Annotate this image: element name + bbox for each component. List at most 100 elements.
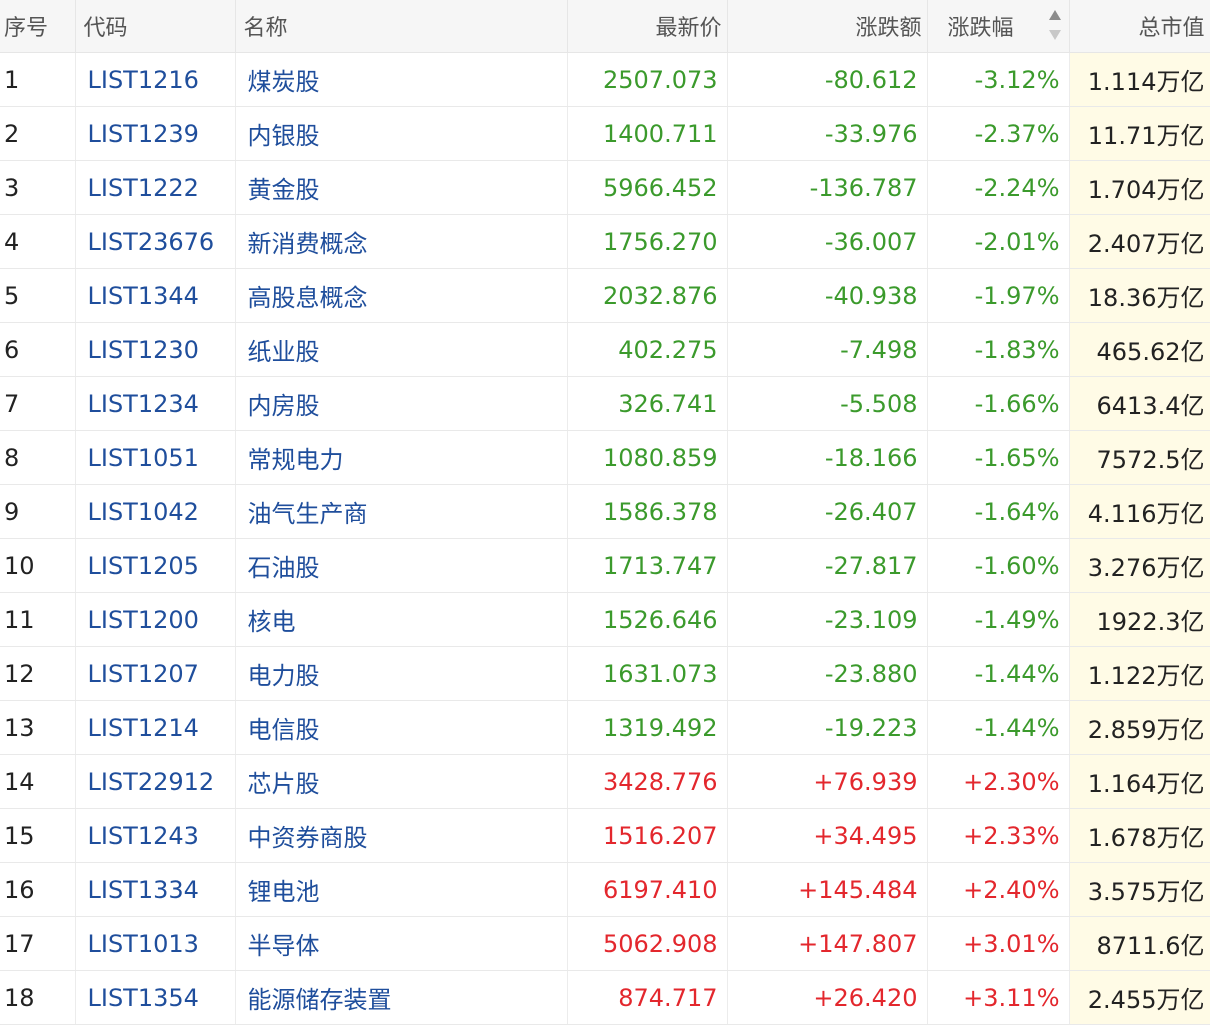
row-latest-price: 1400.711 bbox=[567, 106, 728, 161]
row-name-link[interactable]: 中资券商股 bbox=[235, 808, 568, 863]
row-code-link[interactable]: LIST1334 bbox=[75, 862, 236, 917]
row-name-link[interactable]: 锂电池 bbox=[235, 862, 568, 917]
row-change-amount: -80.612 bbox=[727, 52, 928, 107]
row-code-link[interactable]: LIST1205 bbox=[75, 538, 236, 593]
table-row[interactable]: 8 LIST1051 常规电力 1080.859 -18.166 -1.65% … bbox=[0, 430, 1210, 485]
row-name-link[interactable]: 内房股 bbox=[235, 376, 568, 431]
row-change-percent: +2.30% bbox=[927, 754, 1070, 809]
row-change-percent: -2.01% bbox=[927, 214, 1070, 269]
table-row[interactable]: 11 LIST1200 核电 1526.646 -23.109 -1.49% 1… bbox=[0, 592, 1210, 647]
row-name-link[interactable]: 油气生产商 bbox=[235, 484, 568, 539]
table-row[interactable]: 13 LIST1214 电信股 1319.492 -19.223 -1.44% … bbox=[0, 700, 1210, 755]
column-header-price[interactable]: 最新价 bbox=[567, 0, 728, 53]
column-header-name[interactable]: 名称 bbox=[235, 0, 568, 53]
row-index: 9 bbox=[0, 484, 76, 539]
table-row[interactable]: 2 LIST1239 内银股 1400.711 -33.976 -2.37% 1… bbox=[0, 106, 1210, 161]
table-row[interactable]: 16 LIST1334 锂电池 6197.410 +145.484 +2.40%… bbox=[0, 862, 1210, 917]
column-header-index[interactable]: 序号 bbox=[0, 0, 76, 53]
table-row[interactable]: 12 LIST1207 电力股 1631.073 -23.880 -1.44% … bbox=[0, 646, 1210, 701]
row-change-amount: -27.817 bbox=[727, 538, 928, 593]
row-market-cap: 1.122万亿 bbox=[1069, 646, 1210, 701]
row-change-amount: -40.938 bbox=[727, 268, 928, 323]
table-row[interactable]: 18 LIST1354 能源储存装置 874.717 +26.420 +3.11… bbox=[0, 970, 1210, 1025]
row-name-link[interactable]: 电信股 bbox=[235, 700, 568, 755]
row-code-link[interactable]: LIST1234 bbox=[75, 376, 236, 431]
row-change-amount: -26.407 bbox=[727, 484, 928, 539]
row-code-link[interactable]: LIST1042 bbox=[75, 484, 236, 539]
sort-toggle-icon[interactable] bbox=[1048, 10, 1061, 42]
table-row[interactable]: 9 LIST1042 油气生产商 1586.378 -26.407 -1.64%… bbox=[0, 484, 1210, 539]
row-code-link[interactable]: LIST1344 bbox=[75, 268, 236, 323]
row-change-percent: -2.37% bbox=[927, 106, 1070, 161]
row-name-link[interactable]: 能源储存装置 bbox=[235, 970, 568, 1025]
row-market-cap: 1.678万亿 bbox=[1069, 808, 1210, 863]
table-row[interactable]: 1 LIST1216 煤炭股 2507.073 -80.612 -3.12% 1… bbox=[0, 52, 1210, 107]
table-row[interactable]: 17 LIST1013 半导体 5062.908 +147.807 +3.01%… bbox=[0, 916, 1210, 971]
row-name-link[interactable]: 黄金股 bbox=[235, 160, 568, 215]
row-code-link[interactable]: LIST1239 bbox=[75, 106, 236, 161]
sector-quote-table: 序号 代码 名称 最新价 涨跌额 涨跌幅 总市值 1 LIST1216 煤炭股 … bbox=[0, 0, 1210, 1025]
row-market-cap: 3.276万亿 bbox=[1069, 538, 1210, 593]
row-code-link[interactable]: LIST1200 bbox=[75, 592, 236, 647]
row-name-link[interactable]: 核电 bbox=[235, 592, 568, 647]
column-header-change[interactable]: 涨跌额 bbox=[727, 0, 928, 53]
table-row[interactable]: 7 LIST1234 内房股 326.741 -5.508 -1.66% 641… bbox=[0, 376, 1210, 431]
row-market-cap: 1.114万亿 bbox=[1069, 52, 1210, 107]
row-code-link[interactable]: LIST23676 bbox=[75, 214, 236, 269]
row-latest-price: 5966.452 bbox=[567, 160, 728, 215]
row-name-link[interactable]: 石油股 bbox=[235, 538, 568, 593]
row-change-amount: -7.498 bbox=[727, 322, 928, 377]
table-row[interactable]: 5 LIST1344 高股息概念 2032.876 -40.938 -1.97%… bbox=[0, 268, 1210, 323]
row-latest-price: 1631.073 bbox=[567, 646, 728, 701]
row-change-amount: -5.508 bbox=[727, 376, 928, 431]
row-name-link[interactable]: 高股息概念 bbox=[235, 268, 568, 323]
row-code-link[interactable]: LIST1230 bbox=[75, 322, 236, 377]
sort-ascending-icon bbox=[1048, 10, 1061, 20]
column-header-code[interactable]: 代码 bbox=[75, 0, 236, 53]
row-code-link[interactable]: LIST1354 bbox=[75, 970, 236, 1025]
row-latest-price: 402.275 bbox=[567, 322, 728, 377]
row-latest-price: 5062.908 bbox=[567, 916, 728, 971]
row-index: 17 bbox=[0, 916, 76, 971]
table-row[interactable]: 6 LIST1230 纸业股 402.275 -7.498 -1.83% 465… bbox=[0, 322, 1210, 377]
column-header-pct-label: 涨跌幅 bbox=[947, 16, 1014, 41]
row-name-link[interactable]: 电力股 bbox=[235, 646, 568, 701]
row-index: 13 bbox=[0, 700, 76, 755]
row-code-link[interactable]: LIST1222 bbox=[75, 160, 236, 215]
row-name-link[interactable]: 内银股 bbox=[235, 106, 568, 161]
table-row[interactable]: 4 LIST23676 新消费概念 1756.270 -36.007 -2.01… bbox=[0, 214, 1210, 269]
table-row[interactable]: 10 LIST1205 石油股 1713.747 -27.817 -1.60% … bbox=[0, 538, 1210, 593]
row-index: 2 bbox=[0, 106, 76, 161]
row-latest-price: 3428.776 bbox=[567, 754, 728, 809]
table-row[interactable]: 15 LIST1243 中资券商股 1516.207 +34.495 +2.33… bbox=[0, 808, 1210, 863]
row-name-link[interactable]: 纸业股 bbox=[235, 322, 568, 377]
row-latest-price: 1713.747 bbox=[567, 538, 728, 593]
row-index: 12 bbox=[0, 646, 76, 701]
row-code-link[interactable]: LIST22912 bbox=[75, 754, 236, 809]
row-market-cap: 7572.5亿 bbox=[1069, 430, 1210, 485]
row-code-link[interactable]: LIST1243 bbox=[75, 808, 236, 863]
row-market-cap: 6413.4亿 bbox=[1069, 376, 1210, 431]
row-name-link[interactable]: 新消费概念 bbox=[235, 214, 568, 269]
row-change-amount: -36.007 bbox=[727, 214, 928, 269]
column-header-pct[interactable]: 涨跌幅 bbox=[927, 0, 1070, 53]
column-header-cap[interactable]: 总市值 bbox=[1069, 0, 1210, 53]
table-row[interactable]: 14 LIST22912 芯片股 3428.776 +76.939 +2.30%… bbox=[0, 754, 1210, 809]
row-market-cap: 1922.3亿 bbox=[1069, 592, 1210, 647]
row-index: 16 bbox=[0, 862, 76, 917]
row-name-link[interactable]: 常规电力 bbox=[235, 430, 568, 485]
table-row[interactable]: 3 LIST1222 黄金股 5966.452 -136.787 -2.24% … bbox=[0, 160, 1210, 215]
row-code-link[interactable]: LIST1051 bbox=[75, 430, 236, 485]
row-name-link[interactable]: 半导体 bbox=[235, 916, 568, 971]
row-name-link[interactable]: 芯片股 bbox=[235, 754, 568, 809]
row-code-link[interactable]: LIST1207 bbox=[75, 646, 236, 701]
row-code-link[interactable]: LIST1216 bbox=[75, 52, 236, 107]
row-code-link[interactable]: LIST1013 bbox=[75, 916, 236, 971]
row-name-link[interactable]: 煤炭股 bbox=[235, 52, 568, 107]
row-change-amount: -18.166 bbox=[727, 430, 928, 485]
row-change-amount: +76.939 bbox=[727, 754, 928, 809]
row-change-amount: -23.109 bbox=[727, 592, 928, 647]
row-code-link[interactable]: LIST1214 bbox=[75, 700, 236, 755]
row-index: 7 bbox=[0, 376, 76, 431]
row-change-amount: +145.484 bbox=[727, 862, 928, 917]
